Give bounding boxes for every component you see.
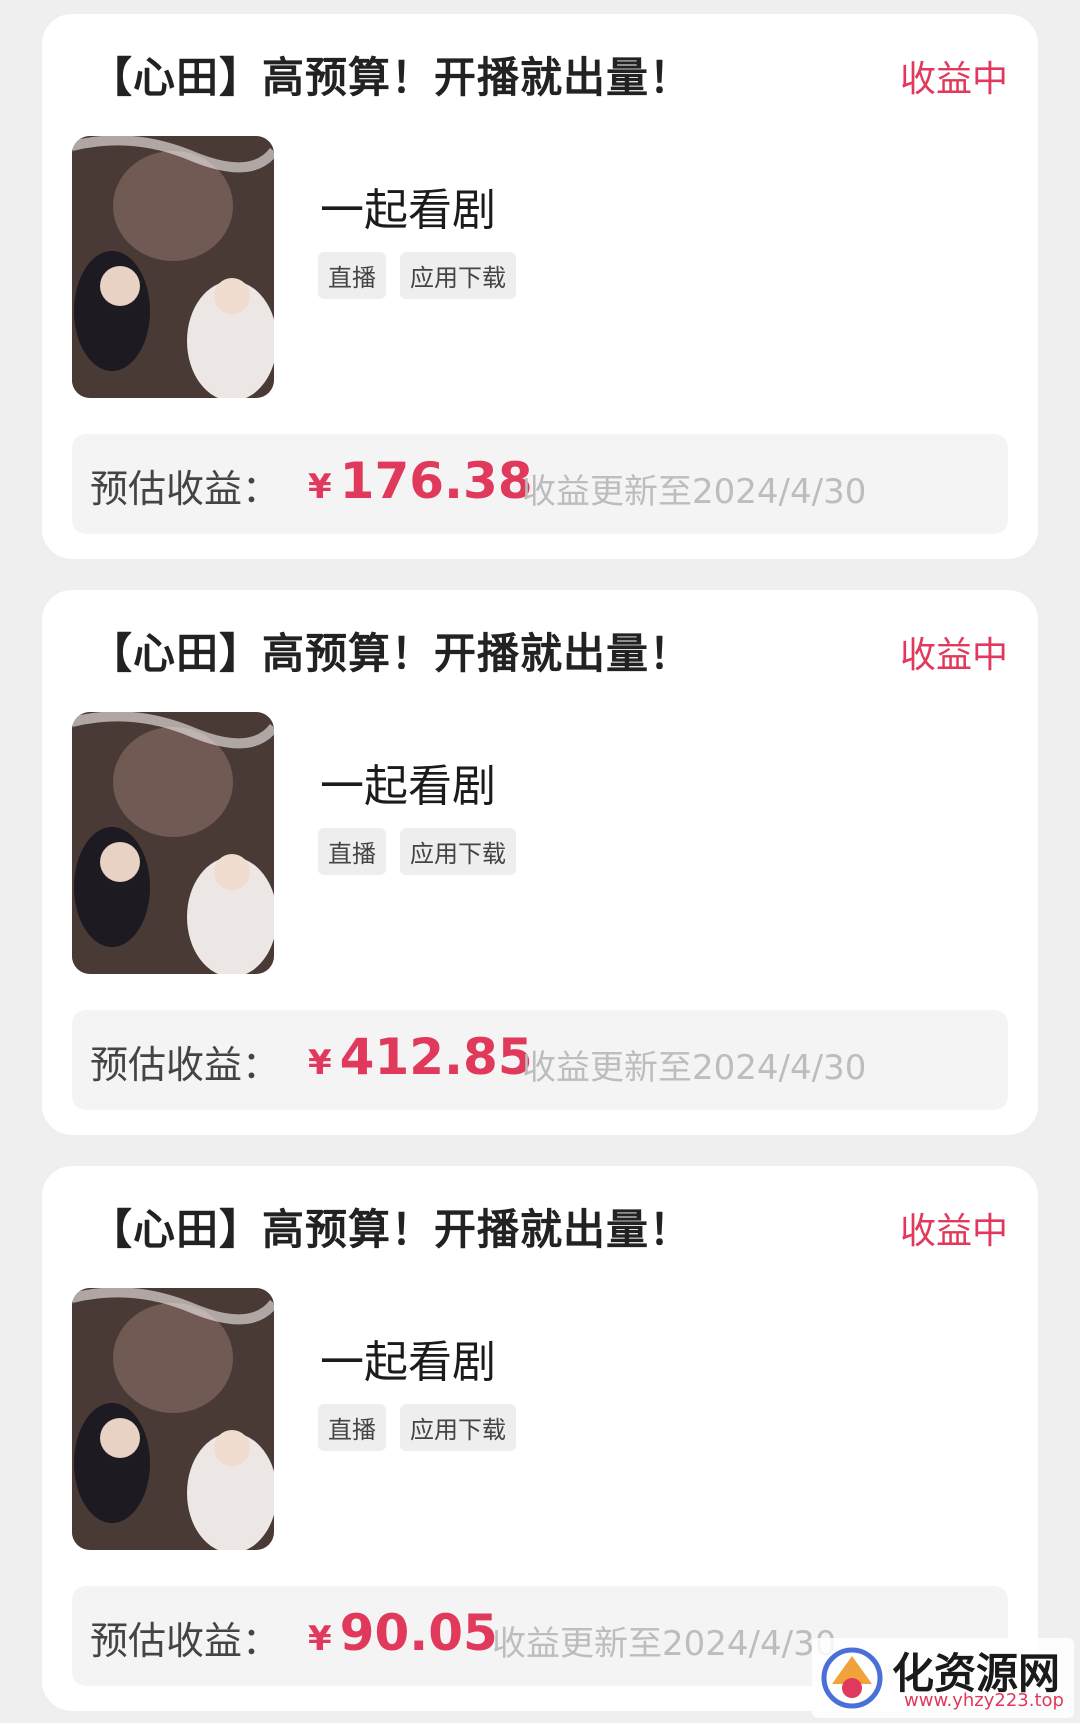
earnings-label: 预估收益： (90, 1619, 281, 1663)
task-card[interactable]: 【心田】高预算！开播就出量！ 收益中 一起看剧 直播 应用下载 预估收益： ¥4… (42, 590, 1038, 1135)
status-label: 收益中 (899, 59, 1008, 100)
amount-value: 412.85 (339, 1028, 533, 1086)
tag-app-download: 应用下载 (400, 252, 516, 299)
earnings-label: 预估收益： (90, 467, 281, 511)
currency-symbol: ¥ (308, 1619, 332, 1659)
currency-symbol: ¥ (308, 1043, 332, 1083)
tag-list: 直播 应用下载 (318, 252, 516, 299)
card-title: 【心田】高预算！开播就出量！ (90, 1205, 693, 1254)
status-label: 收益中 (899, 1211, 1008, 1252)
earnings-amount: ¥412.85 (308, 1028, 533, 1086)
card-title: 【心田】高预算！开播就出量！ (90, 629, 693, 678)
logo-icon (821, 1647, 883, 1709)
earnings-amount: ¥176.38 (308, 452, 533, 510)
card-title: 【心田】高预算！开播就出量！ (90, 53, 693, 102)
tag-live: 直播 (318, 252, 386, 299)
tag-list: 直播 应用下载 (318, 828, 516, 875)
task-card[interactable]: 【心田】高预算！开播就出量！ 收益中 一起看剧 直播 应用下载 预估收益： ¥1… (42, 14, 1038, 559)
update-date-text: 收益更新至2024/4/30 (522, 472, 867, 512)
app-name: 一起看剧 (320, 185, 496, 236)
app-name: 一起看剧 (320, 761, 496, 812)
tag-app-download: 应用下载 (400, 828, 516, 875)
status-label: 收益中 (899, 635, 1008, 676)
tag-list: 直播 应用下载 (318, 1404, 516, 1451)
currency-symbol: ¥ (308, 467, 332, 507)
watermark: 化资源网 www.yhzy223.top (812, 1638, 1074, 1718)
task-card[interactable]: 【心田】高预算！开播就出量！ 收益中 一起看剧 直播 应用下载 预估收益： ¥9… (42, 1166, 1038, 1711)
tag-app-download: 应用下载 (400, 1404, 516, 1451)
app-name: 一起看剧 (320, 1337, 496, 1388)
amount-value: 90.05 (339, 1604, 498, 1662)
earnings-box: 预估收益： ¥412.85 收益更新至2024/4/30 (72, 1010, 1008, 1110)
update-date-text: 收益更新至2024/4/30 (522, 1048, 867, 1088)
earnings-box: 预估收益： ¥176.38 收益更新至2024/4/30 (72, 434, 1008, 534)
update-date-text: 收益更新至2024/4/30 (492, 1624, 837, 1664)
tag-live: 直播 (318, 1404, 386, 1451)
earnings-amount: ¥90.05 (308, 1604, 498, 1662)
tag-live: 直播 (318, 828, 386, 875)
drama-poster-image[interactable] (72, 1288, 274, 1550)
earnings-label: 预估收益： (90, 1043, 281, 1087)
drama-poster-image[interactable] (72, 136, 274, 398)
amount-value: 176.38 (339, 452, 533, 510)
watermark-url: www.yhzy223.top (904, 1690, 1064, 1711)
drama-poster-image[interactable] (72, 712, 274, 974)
